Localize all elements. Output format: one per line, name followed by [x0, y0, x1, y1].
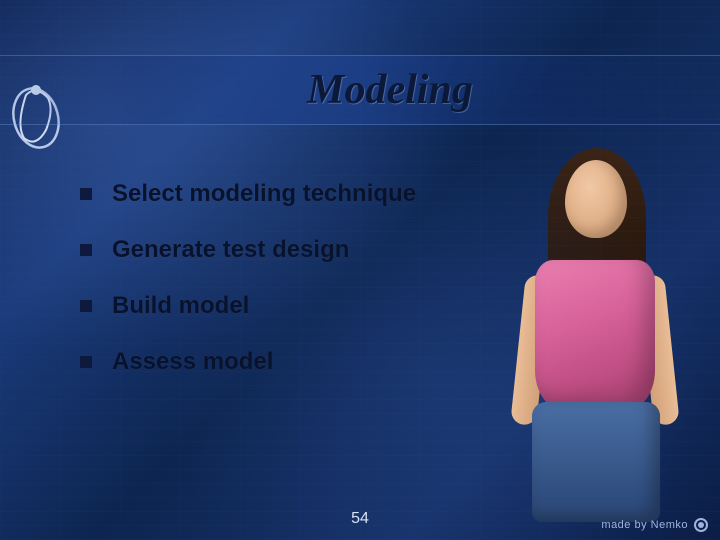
bullet-icon: [80, 300, 92, 312]
list-item: Generate test design: [80, 236, 490, 264]
brand-label: made by Nemko: [601, 518, 708, 532]
brand-text: made by Nemko: [601, 519, 688, 531]
list-item: Assess model: [80, 348, 490, 376]
list-item: Select modeling technique: [80, 180, 490, 208]
torso-shape: [535, 260, 655, 410]
person-illustration: [500, 140, 690, 520]
head-shape: [565, 160, 627, 238]
bullet-text: Select modeling technique: [112, 180, 416, 208]
bullet-icon: [80, 244, 92, 256]
page-title: Modeling: [307, 66, 473, 114]
jeans-shape: [532, 402, 660, 522]
bullet-icon: [80, 356, 92, 368]
bullet-icon: [80, 188, 92, 200]
bullet-text: Generate test design: [112, 236, 349, 264]
bullet-list: Select modeling technique Generate test …: [80, 180, 490, 404]
bullet-text: Build model: [112, 292, 249, 320]
title-bar: Modeling: [0, 55, 720, 125]
bullet-text: Assess model: [112, 348, 273, 376]
list-item: Build model: [80, 292, 490, 320]
brand-logo-icon: [694, 518, 708, 532]
